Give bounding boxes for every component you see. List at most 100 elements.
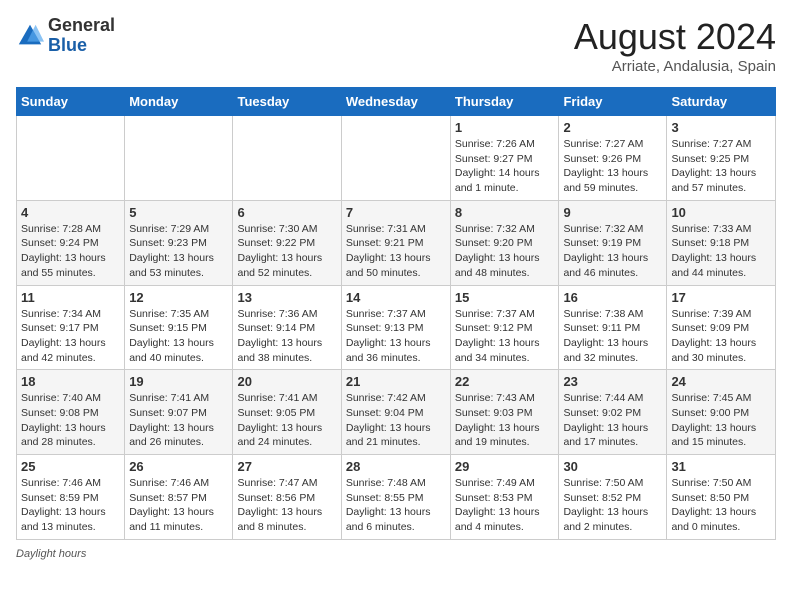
day-number: 25: [21, 459, 120, 474]
day-info: Sunrise: 7:50 AM Sunset: 8:52 PM Dayligh…: [563, 476, 662, 535]
day-info: Sunrise: 7:44 AM Sunset: 9:02 PM Dayligh…: [563, 391, 662, 450]
day-info: Sunrise: 7:43 AM Sunset: 9:03 PM Dayligh…: [455, 391, 555, 450]
day-number: 24: [671, 374, 771, 389]
day-number: 26: [129, 459, 228, 474]
day-number: 30: [563, 459, 662, 474]
day-cell: 22 Sunrise: 7:43 AM Sunset: 9:03 PM Dayli…: [450, 370, 559, 455]
day-cell: 8Sunrise: 7:32 AM Sunset: 9:20 PM Daylig…: [450, 200, 559, 285]
day-header-thursday: Thursday: [450, 88, 559, 116]
calendar-title: August 2024: [574, 16, 776, 58]
day-number: 14: [346, 290, 446, 305]
day-info: Sunrise: 7:28 AM Sunset: 9:24 PM Dayligh…: [21, 222, 120, 281]
day-number: 21: [346, 374, 446, 389]
day-number: 1: [455, 120, 555, 135]
week-row-2: 4Sunrise: 7:28 AM Sunset: 9:24 PM Daylig…: [17, 200, 776, 285]
day-info: Sunrise: 7:36 AM Sunset: 9:14 PM Dayligh…: [237, 307, 336, 366]
day-cell: 10 Sunrise: 7:33 AM Sunset: 9:18 PM Dayli…: [667, 200, 776, 285]
day-header-monday: Monday: [125, 88, 233, 116]
day-number: 6: [237, 205, 336, 220]
header: General Blue August 2024 Arriate, Andalu…: [16, 16, 776, 75]
week-row-5: 25 Sunrise: 7:46 AM Sunset: 8:59 PM Dayli…: [17, 455, 776, 540]
day-cell: 18 Sunrise: 7:40 AM Sunset: 9:08 PM Dayli…: [17, 370, 125, 455]
day-cell: 30 Sunrise: 7:50 AM Sunset: 8:52 PM Dayli…: [559, 455, 667, 540]
day-info: Sunrise: 7:48 AM Sunset: 8:55 PM Dayligh…: [346, 476, 446, 535]
day-cell: 29 Sunrise: 7:49 AM Sunset: 8:53 PM Dayli…: [450, 455, 559, 540]
day-cell: [233, 116, 341, 201]
day-cell: 21Sunrise: 7:42 AM Sunset: 9:04 PM Dayli…: [341, 370, 450, 455]
day-number: 29: [455, 459, 555, 474]
day-cell: 24 Sunrise: 7:45 AM Sunset: 9:00 PM Dayli…: [667, 370, 776, 455]
day-info: Sunrise: 7:40 AM Sunset: 9:08 PM Dayligh…: [21, 391, 120, 450]
day-number: 9: [563, 205, 662, 220]
day-info: Sunrise: 7:27 AM Sunset: 9:25 PM Dayligh…: [671, 137, 771, 196]
day-cell: [125, 116, 233, 201]
day-cell: 4Sunrise: 7:28 AM Sunset: 9:24 PM Daylig…: [17, 200, 125, 285]
day-cell: [17, 116, 125, 201]
day-number: 28: [346, 459, 446, 474]
day-info: Sunrise: 7:30 AM Sunset: 9:22 PM Dayligh…: [237, 222, 336, 281]
footer-label: Daylight hours: [16, 548, 86, 560]
day-header-friday: Friday: [559, 88, 667, 116]
day-cell: 1 Sunrise: 7:26 AM Sunset: 9:27 PM Daylig…: [450, 116, 559, 201]
day-cell: [341, 116, 450, 201]
day-cell: 19 Sunrise: 7:41 AM Sunset: 9:07 PM Dayli…: [125, 370, 233, 455]
day-number: 19: [129, 374, 228, 389]
day-cell: 27Sunrise: 7:47 AM Sunset: 8:56 PM Dayli…: [233, 455, 341, 540]
day-info: Sunrise: 7:29 AM Sunset: 9:23 PM Dayligh…: [129, 222, 228, 281]
day-number: 16: [563, 290, 662, 305]
day-info: Sunrise: 7:33 AM Sunset: 9:18 PM Dayligh…: [671, 222, 771, 281]
day-cell: 17 Sunrise: 7:39 AM Sunset: 9:09 PM Dayli…: [667, 285, 776, 370]
day-cell: 23 Sunrise: 7:44 AM Sunset: 9:02 PM Dayli…: [559, 370, 667, 455]
logo-text: General Blue: [48, 16, 115, 56]
day-cell: 26Sunrise: 7:46 AM Sunset: 8:57 PM Dayli…: [125, 455, 233, 540]
day-number: 23: [563, 374, 662, 389]
day-number: 13: [237, 290, 336, 305]
day-info: Sunrise: 7:38 AM Sunset: 9:11 PM Dayligh…: [563, 307, 662, 366]
day-number: 10: [671, 205, 771, 220]
day-info: Sunrise: 7:35 AM Sunset: 9:15 PM Dayligh…: [129, 307, 228, 366]
day-number: 2: [563, 120, 662, 135]
day-number: 11: [21, 290, 120, 305]
day-info: Sunrise: 7:45 AM Sunset: 9:00 PM Dayligh…: [671, 391, 771, 450]
week-row-4: 18 Sunrise: 7:40 AM Sunset: 9:08 PM Dayli…: [17, 370, 776, 455]
day-info: Sunrise: 7:27 AM Sunset: 9:26 PM Dayligh…: [563, 137, 662, 196]
day-cell: 7 Sunrise: 7:31 AM Sunset: 9:21 PM Daylig…: [341, 200, 450, 285]
day-cell: 2 Sunrise: 7:27 AM Sunset: 9:26 PM Daylig…: [559, 116, 667, 201]
day-info: Sunrise: 7:49 AM Sunset: 8:53 PM Dayligh…: [455, 476, 555, 535]
day-number: 15: [455, 290, 555, 305]
day-info: Sunrise: 7:47 AM Sunset: 8:56 PM Dayligh…: [237, 476, 336, 535]
logo: General Blue: [16, 16, 115, 56]
day-cell: 12Sunrise: 7:35 AM Sunset: 9:15 PM Dayli…: [125, 285, 233, 370]
day-number: 22: [455, 374, 555, 389]
week-row-1: 1 Sunrise: 7:26 AM Sunset: 9:27 PM Daylig…: [17, 116, 776, 201]
day-cell: 20 Sunrise: 7:41 AM Sunset: 9:05 PM Dayli…: [233, 370, 341, 455]
day-number: 7: [346, 205, 446, 220]
day-info: Sunrise: 7:39 AM Sunset: 9:09 PM Dayligh…: [671, 307, 771, 366]
day-header-saturday: Saturday: [667, 88, 776, 116]
day-cell: 9Sunrise: 7:32 AM Sunset: 9:19 PM Daylig…: [559, 200, 667, 285]
calendar-table: SundayMondayTuesdayWednesdayThursdayFrid…: [16, 87, 776, 540]
day-info: Sunrise: 7:34 AM Sunset: 9:17 PM Dayligh…: [21, 307, 120, 366]
day-number: 31: [671, 459, 771, 474]
day-cell: 16 Sunrise: 7:38 AM Sunset: 9:11 PM Dayli…: [559, 285, 667, 370]
day-info: Sunrise: 7:41 AM Sunset: 9:07 PM Dayligh…: [129, 391, 228, 450]
day-cell: 11 Sunrise: 7:34 AM Sunset: 9:17 PM Dayli…: [17, 285, 125, 370]
day-info: Sunrise: 7:41 AM Sunset: 9:05 PM Dayligh…: [237, 391, 336, 450]
day-info: Sunrise: 7:31 AM Sunset: 9:21 PM Dayligh…: [346, 222, 446, 281]
day-number: 18: [21, 374, 120, 389]
day-info: Sunrise: 7:46 AM Sunset: 8:59 PM Dayligh…: [21, 476, 120, 535]
day-cell: 25 Sunrise: 7:46 AM Sunset: 8:59 PM Dayli…: [17, 455, 125, 540]
calendar-subtitle: Arriate, Andalusia, Spain: [574, 58, 776, 75]
logo-general: General: [48, 16, 115, 36]
day-header-tuesday: Tuesday: [233, 88, 341, 116]
day-cell: 14Sunrise: 7:37 AM Sunset: 9:13 PM Dayli…: [341, 285, 450, 370]
day-number: 20: [237, 374, 336, 389]
day-cell: 28 Sunrise: 7:48 AM Sunset: 8:55 PM Dayli…: [341, 455, 450, 540]
day-number: 17: [671, 290, 771, 305]
day-info: Sunrise: 7:26 AM Sunset: 9:27 PM Dayligh…: [455, 137, 555, 196]
day-cell: 3Sunrise: 7:27 AM Sunset: 9:25 PM Daylig…: [667, 116, 776, 201]
day-number: 5: [129, 205, 228, 220]
day-info: Sunrise: 7:37 AM Sunset: 9:12 PM Dayligh…: [455, 307, 555, 366]
header-row: SundayMondayTuesdayWednesdayThursdayFrid…: [17, 88, 776, 116]
week-row-3: 11 Sunrise: 7:34 AM Sunset: 9:17 PM Dayli…: [17, 285, 776, 370]
